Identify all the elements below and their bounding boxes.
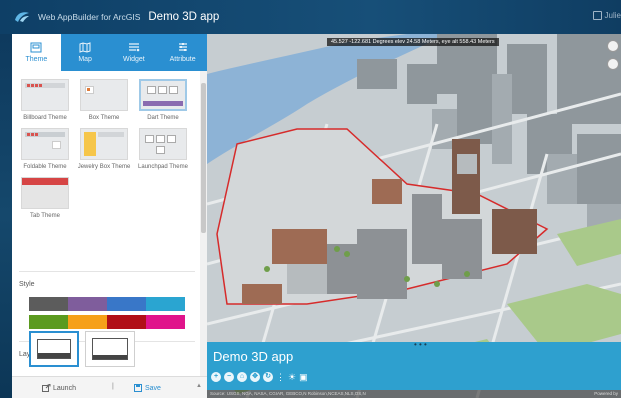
color-swatch[interactable] <box>29 315 68 329</box>
panel-scrollbar[interactable] <box>200 71 207 376</box>
launch-icon <box>42 384 51 392</box>
scene-view[interactable]: 45.527 -122.681 Degrees elev 24.58 Meter… <box>207 34 621 398</box>
theme-label: Dart Theme <box>147 115 179 121</box>
color-swatch[interactable] <box>68 297 107 311</box>
tab-widget[interactable]: Widget <box>110 34 159 71</box>
theme-label: Foldable Theme <box>23 164 67 170</box>
theme-option-jewelry-box[interactable]: Jewelry Box Theme <box>78 128 130 173</box>
theme-thumbnail <box>80 79 128 111</box>
theme-thumbnail <box>21 79 69 111</box>
theme-label: Box Theme <box>88 115 120 121</box>
pan-icon[interactable]: ✥ <box>250 372 260 382</box>
widget-icon <box>128 43 140 52</box>
panel-tabs: Theme Map Widget Attribute <box>12 34 207 71</box>
theme-label: Tab Theme <box>30 213 60 219</box>
save-button[interactable]: Save <box>134 384 161 392</box>
navigation-control[interactable] <box>607 58 619 70</box>
scrollbar-thumb[interactable] <box>201 83 206 233</box>
tab-label: Map <box>78 56 92 63</box>
theme-thumbnail <box>21 128 69 160</box>
theme-gallery: Billboard Theme Box Theme Dart Theme Fol… <box>19 79 189 222</box>
save-label: Save <box>145 384 161 392</box>
theme-option-foldable[interactable]: Foldable Theme <box>19 128 71 173</box>
rotate-icon[interactable]: ↻ <box>263 372 273 382</box>
section-divider <box>19 271 195 272</box>
daylight-icon[interactable]: ☀ <box>288 372 296 382</box>
map-attribution: Source: USGS, NGA, NASA, CGIAR, GEBCO,N … <box>207 390 621 398</box>
theme-option-billboard[interactable]: Billboard Theme <box>19 79 71 124</box>
theme-option-launchpad[interactable]: Launchpad Theme <box>137 128 189 173</box>
theme-thumbnail <box>21 177 69 209</box>
user-menu[interactable]: Julie <box>592 11 621 20</box>
theme-option-dart[interactable]: Dart Theme <box>137 79 189 124</box>
layout-option-2[interactable] <box>85 331 135 367</box>
color-swatch[interactable] <box>146 297 185 311</box>
theme-icon <box>30 42 42 53</box>
powered-by-label: Powered by <box>594 391 618 396</box>
collapse-arrow-icon[interactable]: ▲ <box>196 383 202 389</box>
color-swatch[interactable] <box>68 315 107 329</box>
app-banner: • • • Demo 3D app + − ⌂ ✥ ↻ ⋮ ☀ ▣ <box>207 341 621 390</box>
tab-attribute[interactable]: Attribute <box>158 34 207 71</box>
footer-separator: | <box>112 383 114 390</box>
launch-button[interactable]: Launch <box>42 384 76 392</box>
builder-panel: Theme Map Widget Attribute Billboard The… <box>12 34 207 398</box>
layout-option-1[interactable] <box>29 331 79 367</box>
tab-map[interactable]: Map <box>61 34 110 71</box>
app-title[interactable]: Demo 3D app <box>148 11 219 23</box>
more-options-icon[interactable]: ⋮ <box>276 372 285 382</box>
style-row-1 <box>29 297 185 311</box>
zoom-control[interactable] <box>607 40 619 52</box>
color-swatch[interactable] <box>29 297 68 311</box>
color-swatch[interactable] <box>107 315 146 329</box>
home-icon[interactable]: ⌂ <box>237 372 247 382</box>
user-name: Julie <box>604 11 621 20</box>
launch-label: Launch <box>53 384 76 392</box>
arcgis-logo-icon <box>14 11 32 23</box>
page-backdrop <box>0 34 12 398</box>
drag-handle-icon[interactable]: • • • <box>414 341 427 349</box>
layout-gallery <box>29 331 135 367</box>
layer-list-icon[interactable]: ▣ <box>299 372 308 382</box>
zoom-out-icon[interactable]: − <box>224 372 234 382</box>
style-row-2 <box>29 315 185 329</box>
theme-thumbnail <box>139 128 187 160</box>
theme-option-tab[interactable]: Tab Theme <box>19 177 71 222</box>
zoom-in-icon[interactable]: + <box>211 372 221 382</box>
theme-option-box[interactable]: Box Theme <box>78 79 130 124</box>
color-swatch[interactable] <box>107 297 146 311</box>
tab-label: Theme <box>25 56 48 63</box>
theme-label: Jewelry Box Theme <box>77 164 131 170</box>
tab-theme[interactable]: Theme <box>12 34 61 71</box>
tab-label: Attribute <box>169 56 196 63</box>
tab-label: Widget <box>122 56 145 63</box>
app-header: Web AppBuilder for ArcGIS Demo 3D app Ju… <box>0 0 621 34</box>
attribution-text: Source: USGS, NGA, NASA, CGIAR, GEBCO,N … <box>210 391 366 396</box>
theme-label: Launchpad Theme <box>138 164 188 170</box>
save-icon <box>134 384 142 392</box>
brand-label: Web AppBuilder for ArcGIS <box>38 12 141 22</box>
map-icon <box>79 42 91 53</box>
user-avatar-icon <box>592 11 602 20</box>
panel-footer: Launch | Save ▲ <box>12 376 207 398</box>
color-swatch[interactable] <box>146 315 185 329</box>
style-section-label: Style <box>19 281 35 288</box>
coordinate-readout: 45.527 -122.681 Degrees elev 24.58 Meter… <box>327 38 499 46</box>
map-toolbar: + − ⌂ ✥ ↻ ⋮ ☀ ▣ <box>211 372 308 382</box>
attribute-icon <box>178 43 187 51</box>
theme-label: Billboard Theme <box>23 115 67 121</box>
theme-thumbnail <box>139 79 187 111</box>
theme-thumbnail <box>80 128 128 160</box>
banner-title: Demo 3D app <box>213 349 294 364</box>
